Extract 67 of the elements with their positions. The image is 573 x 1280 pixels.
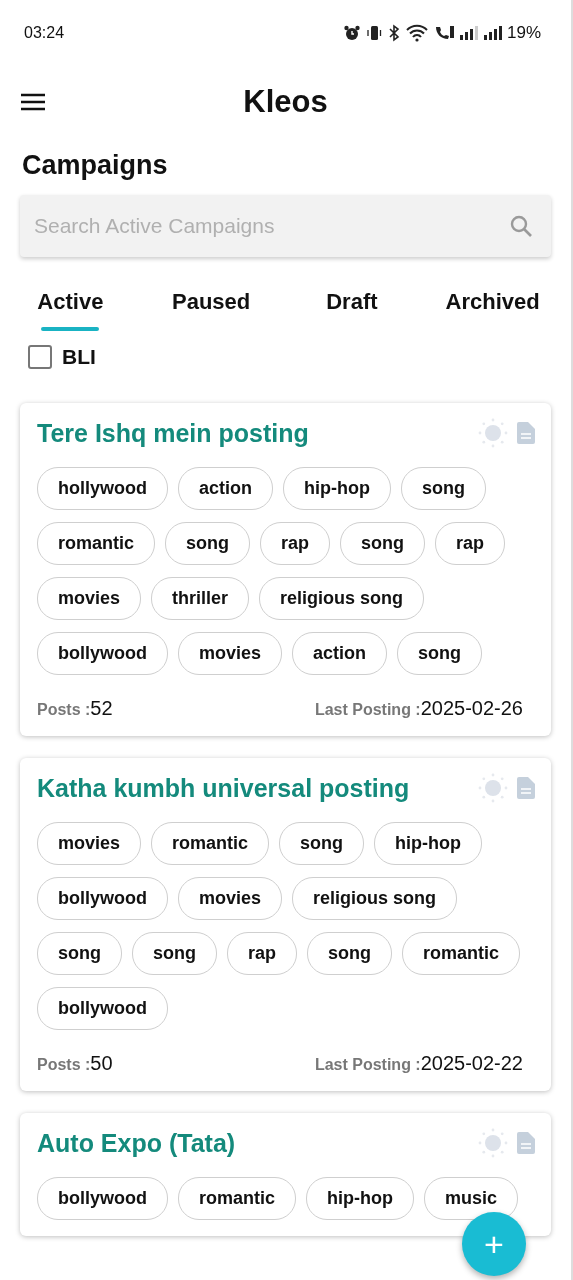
vibrate-icon [364, 24, 383, 42]
menu-icon[interactable] [21, 93, 45, 111]
tag-chip: romantic [151, 822, 270, 865]
tab[interactable]: Draft [326, 283, 378, 331]
tag-chip: romantic [37, 522, 156, 565]
tag-chip: song [37, 932, 122, 975]
tab[interactable]: Archived [445, 283, 540, 331]
tag-chip: song [401, 467, 486, 510]
last-posting-date: Last Posting :2025-02-22 [314, 1052, 523, 1075]
tag-chip: song [165, 522, 251, 565]
checkbox-label[interactable]: BLI [62, 345, 96, 369]
bluetooth-icon [386, 24, 401, 42]
status-time: 03:24 [24, 24, 65, 42]
tab[interactable]: Paused [172, 283, 251, 331]
tag-chip: hip-hop [306, 1177, 414, 1220]
wifi-icon [404, 24, 429, 42]
tag-chip: movies [37, 577, 142, 620]
document-icon[interactable] [517, 422, 535, 444]
signal-icon [482, 24, 503, 42]
search-field[interactable]: Search Active Campaigns [20, 195, 551, 257]
tag-chip: song [132, 932, 217, 975]
tag-chip: thriller [151, 577, 250, 620]
tag-chip: action [292, 632, 388, 675]
tag-chip: movies [178, 632, 283, 675]
campaign-title: Katha kumbh universal posting [37, 773, 410, 803]
posts-count: Posts :52 [37, 697, 113, 720]
campaign-card[interactable]: Auto Expo (Tata) bollywood romantic hip-hop music [20, 1113, 551, 1236]
tag-chip: rap [260, 522, 331, 565]
tag-chip: romantic [402, 932, 521, 975]
page-title: Campaigns [21, 149, 169, 181]
tag-chip: song [340, 522, 426, 565]
tag-chip: movies [37, 822, 142, 865]
tab[interactable]: Active [37, 283, 104, 331]
tag-chip: religious song [292, 877, 458, 920]
tag-chip: bollywood [37, 1177, 168, 1220]
tag-chip: rap [227, 932, 297, 975]
battery-level: 19% [506, 23, 541, 43]
sun-icon[interactable] [477, 772, 509, 804]
campaign-card[interactable]: Katha kumbh universal posting movies romantic song hip-hop bollywood movies religious song song song rap song romantic bollywood Posts :50 Last Posting :2025-02-22 [20, 758, 551, 1091]
tag-chip: action [178, 467, 273, 510]
campaign-title: Tere Ishq mein posting [37, 418, 309, 448]
sun-icon[interactable] [477, 417, 509, 449]
app-title: Kleos [243, 84, 328, 120]
tag-chip: hip-hop [283, 467, 391, 510]
document-icon[interactable] [517, 1132, 535, 1154]
tag-chip: rap [435, 522, 506, 565]
tag-chip: hollywood [37, 467, 168, 510]
tag-chip: bollywood [37, 632, 168, 675]
search-icon[interactable] [509, 214, 533, 238]
tag-chip: bollywood [37, 987, 168, 1030]
tag-chip: bollywood [37, 877, 168, 920]
tag-chip: hip-hop [374, 822, 483, 865]
sun-icon[interactable] [477, 1127, 509, 1159]
checkbox[interactable] [28, 345, 52, 369]
campaign-card[interactable]: Tere Ishq mein posting hollywood action hip-hop song romantic song rap song rap movies thriller religious song bollywood movies action song Posts :52 Last Posting :2025-02-26 [20, 403, 551, 736]
last-posting-date: Last Posting :2025-02-26 [314, 697, 523, 720]
tag-chip: movies [178, 877, 283, 920]
tag-chip: religious song [259, 577, 425, 620]
alarm-icon [342, 24, 361, 42]
document-icon[interactable] [517, 777, 535, 799]
campaign-title: Auto Expo (Tata) [37, 1128, 236, 1158]
signal-icon [458, 24, 479, 42]
tag-chip: song [397, 632, 483, 675]
tag-chip: romantic [178, 1177, 297, 1220]
posts-count: Posts :50 [37, 1052, 113, 1075]
tag-chip: song [307, 932, 392, 975]
tag-chip: song [279, 822, 365, 865]
